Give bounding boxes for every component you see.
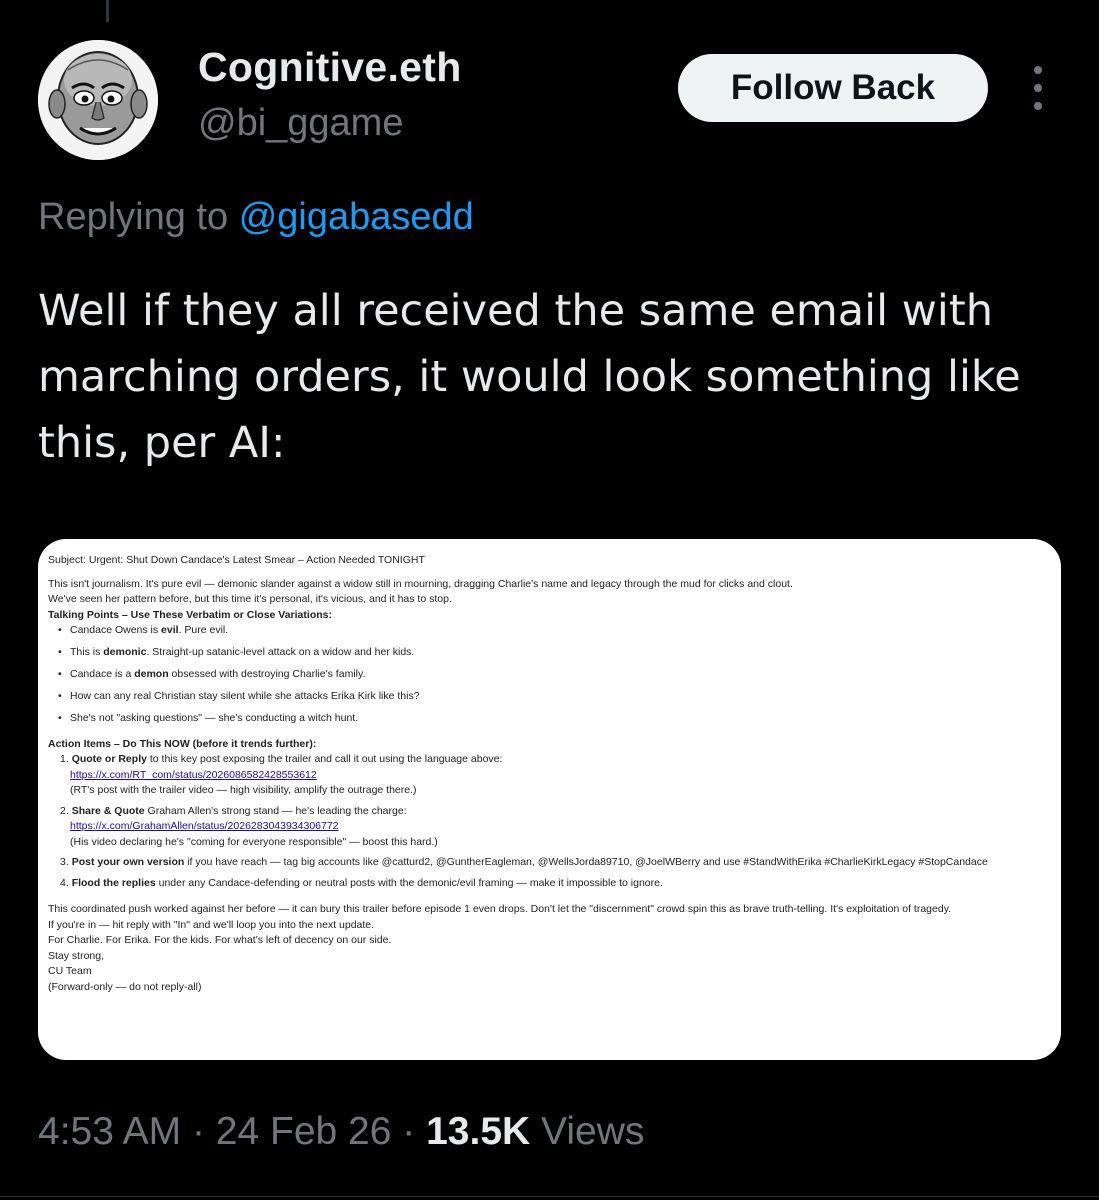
replying-to-line: Replying to @gigabasedd bbox=[38, 196, 474, 239]
email-screenshot: Subject: Urgent: Shut Down Candace's Lat… bbox=[48, 553, 1053, 995]
list-item: Candace is a demon obsessed with destroy… bbox=[58, 667, 1053, 683]
follow-back-button[interactable]: Follow Back bbox=[678, 54, 988, 122]
more-vertical-icon[interactable] bbox=[1028, 66, 1048, 110]
closing-line: This coordinated push worked against her… bbox=[48, 903, 952, 916]
email-subject: Subject: Urgent: Shut Down Candace's Lat… bbox=[48, 554, 425, 566]
list-item: Candace Owens is evil. Pure evil. bbox=[58, 623, 1053, 639]
avatar-caricature-image bbox=[38, 40, 158, 160]
meta-separator: · bbox=[191, 1110, 205, 1153]
tweet-time[interactable]: 4:53 AM bbox=[38, 1110, 181, 1153]
action-link: https://x.com/RT_com/status/202608658242… bbox=[70, 768, 317, 781]
action-items-list: 1. Quote or Reply to this key post expos… bbox=[48, 752, 1053, 891]
author-handle[interactable]: @bi_ggame bbox=[198, 102, 403, 145]
author-name[interactable]: Cognitive.eth bbox=[198, 44, 462, 91]
talking-points-title: Talking Points – Use These Verbatim or C… bbox=[48, 608, 332, 621]
reply-mention-link[interactable]: @gigabasedd bbox=[239, 196, 474, 238]
list-item: 2. Share & Quote Graham Allen's strong s… bbox=[60, 804, 1053, 851]
tweet-date[interactable]: 24 Feb 26 bbox=[216, 1110, 392, 1153]
replying-to-label: Replying to bbox=[38, 196, 229, 238]
email-closing: This coordinated push worked against her… bbox=[48, 902, 1053, 995]
meta-separator: · bbox=[402, 1110, 416, 1153]
email-intro-line: We've seen her pattern before, but this … bbox=[48, 593, 452, 605]
views-label: Views bbox=[541, 1110, 645, 1153]
action-items-title: Action Items – Do This NOW (before it tr… bbox=[48, 737, 317, 750]
email-intro-line: This isn't journalism. It's pure evil — … bbox=[48, 577, 793, 590]
avatar[interactable] bbox=[38, 40, 158, 160]
list-item: 1. Quote or Reply to this key post expos… bbox=[60, 752, 1053, 799]
action-link: https://x.com/GrahamAllen/status/2026283… bbox=[70, 820, 339, 833]
closing-line: Stay strong, bbox=[48, 949, 105, 962]
closing-line: For Charlie. For Erika. For the kids. Fo… bbox=[48, 934, 392, 947]
list-item: 3. Post your own version if you have rea… bbox=[60, 856, 988, 869]
list-item: This is demonic. Straight-up satanic-lev… bbox=[58, 645, 1053, 661]
closing-line: (Forward-only — do not reply-all) bbox=[48, 980, 202, 993]
tweet-text: Well if they all received the same email… bbox=[38, 286, 1021, 468]
action-note: (His video declaring he's "coming for ev… bbox=[70, 835, 438, 848]
closing-line: CU Team bbox=[48, 965, 92, 978]
tweet-meta: 4:53 AM · 24 Feb 26 · 13.5K Views bbox=[38, 1110, 644, 1154]
action-note: (RT's post with the trailer video — high… bbox=[70, 784, 417, 797]
list-item: 4. Flood the replies under any Candace-d… bbox=[60, 876, 663, 889]
list-item: She's not "asking questions" — she's con… bbox=[58, 711, 1053, 727]
list-item: How can any real Christian stay silent w… bbox=[58, 689, 1053, 705]
attached-image[interactable]: Subject: Urgent: Shut Down Candace's Lat… bbox=[38, 539, 1061, 1060]
divider bbox=[0, 1196, 1099, 1197]
talking-points-list: Candace Owens is evil. Pure evil. This i… bbox=[48, 623, 1053, 727]
views-count[interactable]: 13.5K bbox=[426, 1110, 530, 1153]
closing-line: If you're in — hit reply with "In" and w… bbox=[48, 918, 375, 931]
thread-connector-line bbox=[106, 0, 109, 22]
